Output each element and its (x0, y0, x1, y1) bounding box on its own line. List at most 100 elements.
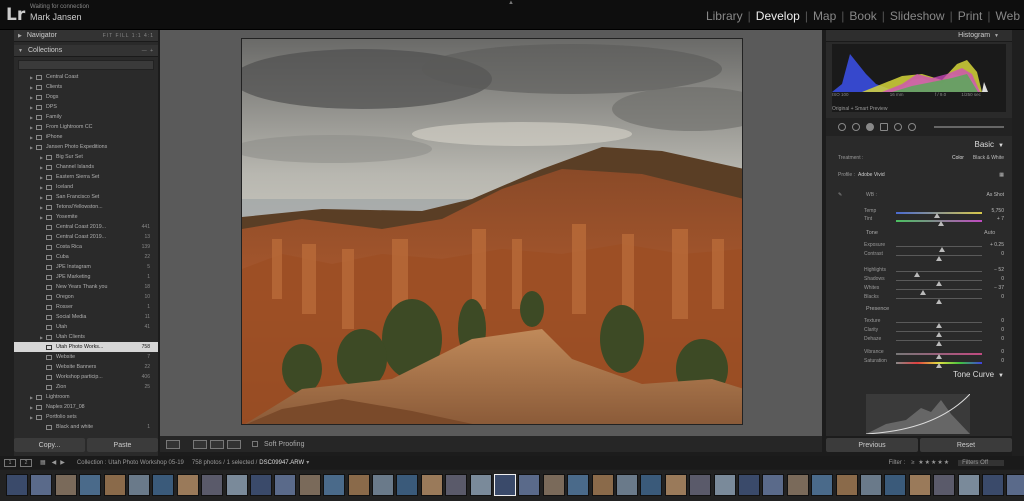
collection-item[interactable]: Website Banners 22 (14, 362, 158, 372)
filmstrip-thumbnail[interactable] (786, 474, 809, 496)
collection-item[interactable]: ▶ Naples 2017_08 (14, 402, 158, 412)
star-filter[interactable]: ≥ ★★★★★ (911, 459, 950, 466)
slider-thumb[interactable] (936, 341, 942, 346)
filmstrip-thumbnail[interactable] (420, 474, 443, 496)
slider-thumb[interactable] (936, 363, 942, 368)
collection-item[interactable]: ▶ Family (14, 112, 158, 122)
filmstrip-thumbnail[interactable] (201, 474, 224, 496)
paste-button[interactable]: Paste (87, 438, 158, 452)
crop-tool-icon[interactable] (838, 123, 846, 131)
module-book[interactable]: Book (849, 9, 876, 23)
filename-dropdown-icon[interactable]: ▾ (306, 459, 309, 466)
collection-item[interactable]: ▶ Dogs (14, 92, 158, 102)
collection-item[interactable]: Rosser 1 (14, 302, 158, 312)
slider-track[interactable] (896, 220, 982, 226)
filmstrip-thumbnail[interactable] (298, 474, 321, 496)
filmstrip-thumbnail[interactable] (6, 474, 28, 496)
collection-item[interactable]: Social Media 11 (14, 312, 158, 322)
before-after-swap-button[interactable] (210, 439, 224, 449)
treatment-color-button[interactable]: Color (952, 155, 964, 161)
filmstrip-thumbnail[interactable] (933, 474, 956, 496)
grid-icon[interactable]: ▦ (40, 459, 46, 466)
slider-value[interactable]: 0 (1001, 358, 1004, 364)
user-name[interactable]: Mark Jansen (30, 12, 82, 22)
collection-item[interactable]: ▶ Utah Clients (14, 332, 158, 342)
collection-item[interactable]: ▶ Iceland (14, 182, 158, 192)
collection-item[interactable]: ▶ Yosemite (14, 212, 158, 222)
wb-dropdown[interactable]: As Shot (986, 192, 1004, 198)
collection-item[interactable]: ▶ Central Coast (14, 72, 158, 82)
landscape-photo[interactable] (241, 38, 743, 425)
filmstrip-thumbnail[interactable] (982, 474, 1004, 496)
filmstrip-thumbnail[interactable] (30, 474, 53, 496)
slider-thumb[interactable] (936, 299, 942, 304)
slider-value[interactable]: 0 (1001, 294, 1004, 300)
histogram[interactable] (832, 44, 1006, 112)
slider-value[interactable]: − 52 (994, 267, 1004, 273)
forward-arrow-icon[interactable]: ▶ (60, 459, 65, 466)
slider-track[interactable] (896, 353, 982, 359)
collection-item[interactable]: Costa Rica 139 (14, 242, 158, 252)
slider-track[interactable] (896, 322, 982, 328)
collection-item[interactable]: ▶ Lightroom (14, 392, 158, 402)
filmstrip-thumbnail[interactable] (396, 474, 419, 496)
filmstrip-thumbnail[interactable] (494, 474, 516, 496)
wb-eyedropper-icon[interactable]: ✎ (838, 192, 842, 198)
filmstrip-thumbnail[interactable] (79, 474, 102, 496)
filmstrip-thumbnail[interactable] (542, 474, 565, 496)
tone-auto-button[interactable]: Auto (984, 230, 995, 236)
filmstrip-thumbnail[interactable] (640, 474, 663, 496)
slider-value[interactable]: 0 (1001, 327, 1004, 333)
slider-track[interactable] (896, 340, 982, 346)
collection-item[interactable]: ▶ Portfolio sets (14, 412, 158, 422)
filmstrip-thumbnail[interactable] (347, 474, 370, 496)
module-library[interactable]: Library (706, 9, 743, 23)
slider-value[interactable]: 5,750 (991, 208, 1004, 214)
filmstrip-thumbnail[interactable] (835, 474, 858, 496)
filmstrip-thumbnail[interactable] (616, 474, 638, 496)
collection-item[interactable]: ▶ iPhone (14, 132, 158, 142)
reset-button[interactable]: Reset (920, 438, 1012, 452)
collection-item[interactable]: ▶ DPS (14, 102, 158, 112)
loupe-view-button[interactable] (166, 439, 180, 449)
collection-item[interactable]: Black and white 1 (14, 422, 158, 432)
collection-item[interactable]: ▶ From Lightroom CC (14, 122, 158, 132)
filmstrip-thumbnail[interactable] (713, 474, 736, 496)
slider-value[interactable]: + 7 (997, 216, 1004, 222)
collection-item[interactable]: Website 7 (14, 352, 158, 362)
smart-preview-label[interactable]: Original + Smart Preview (832, 106, 887, 112)
slider-value[interactable]: 0 (1001, 276, 1004, 282)
back-arrow-icon[interactable]: ◀ (52, 459, 57, 466)
filmstrip-thumbnail[interactable] (884, 474, 907, 496)
filmstrip-thumbnail[interactable] (323, 474, 346, 496)
tone-curve-section-header[interactable]: Tone Curve ▼ (953, 370, 1004, 379)
filmstrip-thumbnail[interactable] (689, 474, 712, 496)
copy-settings-button[interactable] (227, 439, 241, 449)
filmstrip-thumbnail[interactable] (738, 474, 760, 496)
add-collection-icon[interactable]: — + (142, 48, 154, 54)
histogram-header[interactable]: Histogram ▼ (826, 30, 1012, 42)
collection-item[interactable]: ▶ Jansen Photo Expeditions (14, 142, 158, 152)
collection-item[interactable]: ▶ Tetons/Yellowston... (14, 202, 158, 212)
copy-button[interactable]: Copy... (14, 438, 85, 452)
collection-item[interactable]: Utah Photo Works... 758 (14, 342, 158, 352)
filmstrip-thumbnail[interactable] (518, 474, 541, 496)
filmstrip-thumbnail[interactable] (860, 474, 882, 496)
collection-item[interactable]: JPE Marketing 1 (14, 272, 158, 282)
filmstrip-page-1[interactable]: 1 (4, 458, 16, 467)
collection-item[interactable]: Zion 25 (14, 382, 158, 392)
collection-item[interactable]: Utah 41 (14, 322, 158, 332)
collection-item[interactable]: Central Coast 2019... 13 (14, 232, 158, 242)
slider-track[interactable] (896, 280, 982, 286)
filmstrip-source[interactable]: Collection : Utah Photo Workshop 05-19 (77, 460, 184, 466)
slider-thumb[interactable] (936, 256, 942, 261)
collection-item[interactable]: JPE Instagram 5 (14, 262, 158, 272)
tool-slider[interactable] (934, 126, 1004, 128)
profile-dropdown[interactable]: Adobe Vivid (858, 172, 885, 178)
filmstrip-thumbnail[interactable] (445, 474, 468, 496)
graduated-filter-icon[interactable] (880, 123, 888, 131)
collection-item[interactable]: ▶ Big Sur Set (14, 152, 158, 162)
collection-item[interactable]: Central Coast 2019... 441 (14, 222, 158, 232)
collections-header[interactable]: ▼ Collections — + (14, 45, 158, 57)
slider-track[interactable] (896, 255, 982, 261)
